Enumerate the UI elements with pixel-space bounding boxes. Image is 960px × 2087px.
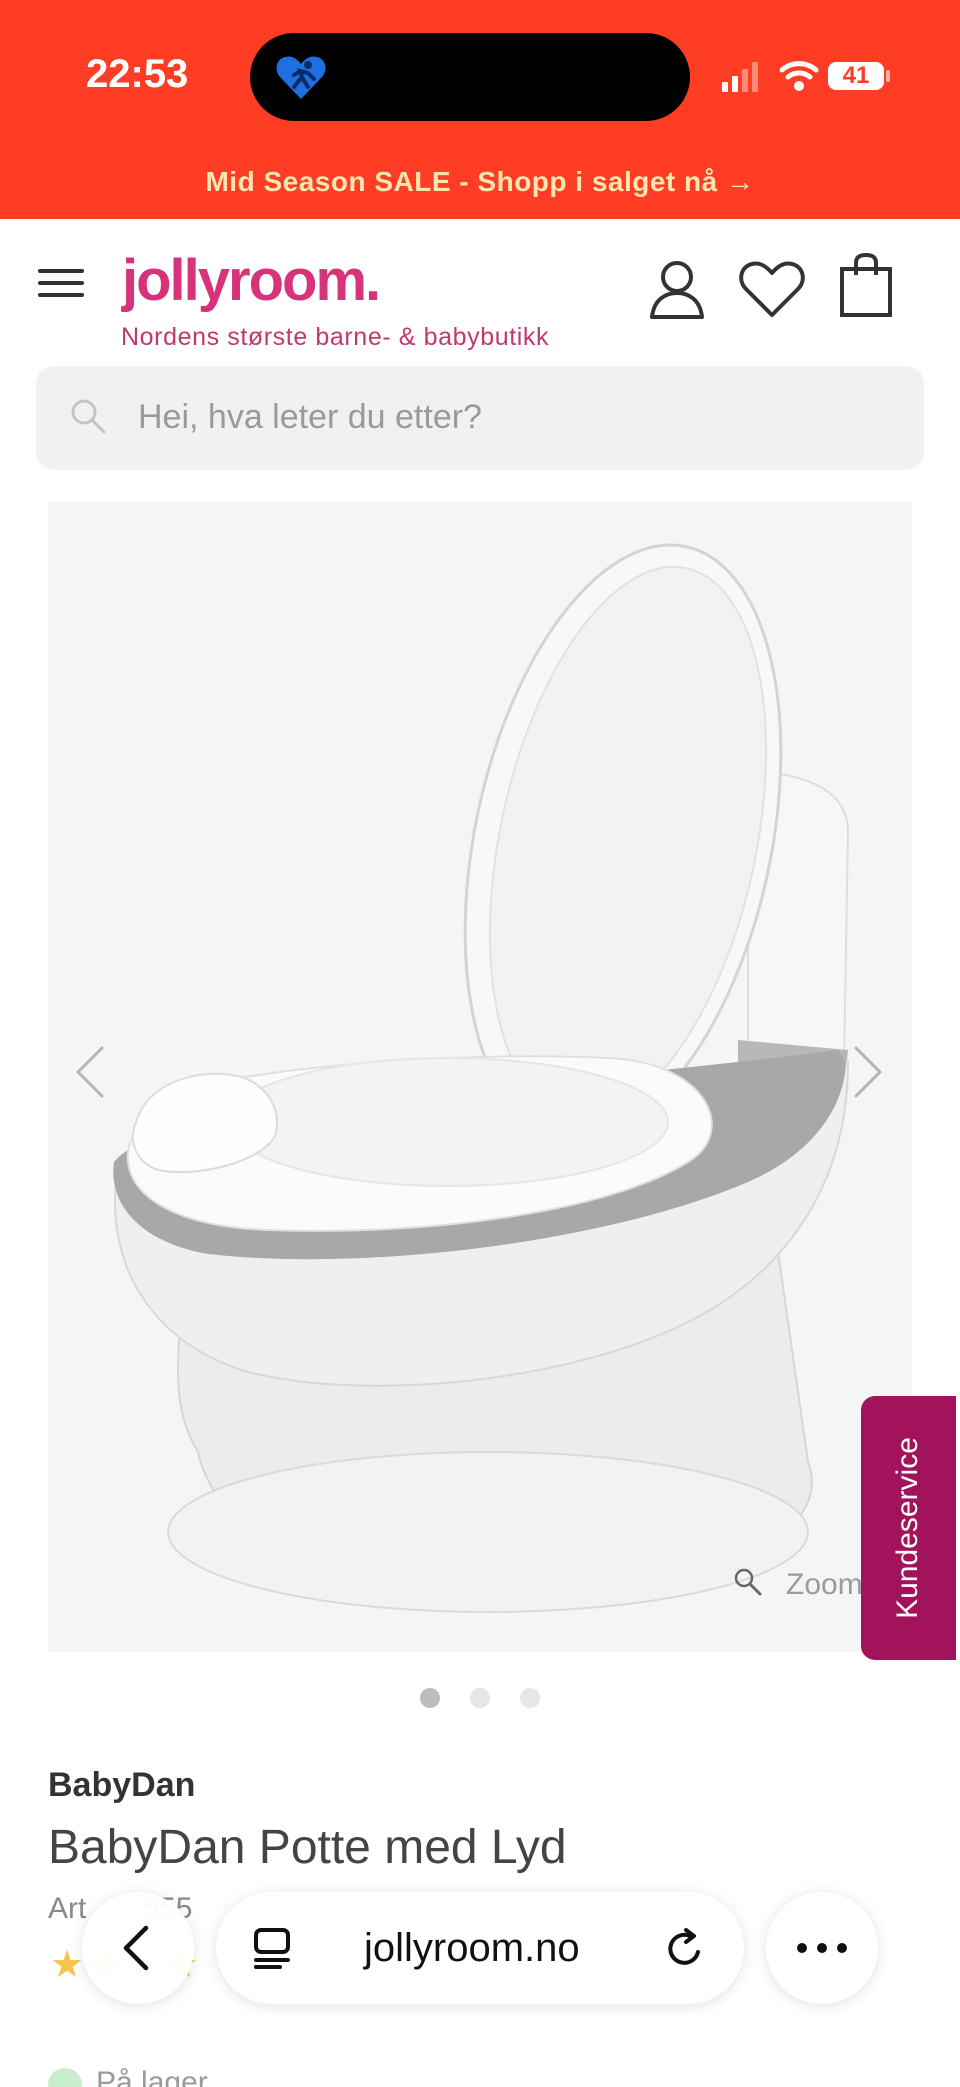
chevron-left-icon bbox=[123, 1925, 149, 1971]
kundeservice-label: Kundeservice bbox=[891, 1437, 924, 1619]
reload-icon[interactable] bbox=[664, 1926, 708, 1970]
browser-url[interactable]: jollyroom.no bbox=[364, 1926, 580, 1971]
gallery-dot-1[interactable] bbox=[419, 1688, 440, 1708]
fitness-activity-icon bbox=[276, 56, 326, 99]
account-icon[interactable] bbox=[648, 259, 706, 321]
site-header: jollyroom. Nordens største barne- & baby… bbox=[0, 219, 960, 359]
wishlist-heart-icon[interactable] bbox=[738, 259, 806, 321]
stock-status: På lager bbox=[96, 2066, 208, 2087]
gallery-pagination bbox=[0, 1688, 960, 1712]
browser-address-bar[interactable]: jollyroom.no bbox=[216, 1892, 744, 2004]
site-tagline: Nordens største barne- & babybutikk bbox=[121, 323, 550, 351]
search-bar[interactable]: Hei, hva leter du etter? bbox=[36, 366, 924, 470]
product-image-gallery[interactable]: Zoom bbox=[48, 502, 912, 1652]
gallery-next-arrow-icon[interactable] bbox=[848, 1042, 888, 1102]
browser-more-button[interactable] bbox=[766, 1892, 878, 2004]
kundeservice-tab[interactable]: Kundeservice bbox=[861, 1396, 956, 1660]
promo-banner[interactable]: Mid Season SALE - Shopp i salget nå → bbox=[0, 166, 960, 198]
battery-level: 41 bbox=[842, 62, 870, 89]
gallery-dot-2[interactable] bbox=[470, 1688, 490, 1708]
article-label: Art bbox=[48, 1892, 87, 1925]
top-banner-area: 22:53 41 Mid Season SALE - Shopp i salge… bbox=[0, 0, 960, 219]
dynamic-island bbox=[250, 33, 690, 121]
wifi-icon bbox=[779, 61, 819, 91]
browser-back-button[interactable] bbox=[82, 1892, 194, 2004]
site-logo[interactable]: jollyroom. bbox=[122, 247, 381, 314]
zoom-icon[interactable] bbox=[732, 1566, 764, 1598]
status-time: 22:53 bbox=[86, 52, 189, 96]
hamburger-menu-icon[interactable] bbox=[36, 263, 86, 303]
search-input[interactable]: Hei, hva leter du etter? bbox=[138, 398, 482, 437]
product-brand[interactable]: BabyDan bbox=[48, 1766, 195, 1805]
product-title: BabyDan Potte med Lyd bbox=[48, 1821, 567, 1874]
shopping-bag-icon[interactable] bbox=[838, 253, 894, 319]
more-ellipsis-icon bbox=[797, 1943, 847, 1953]
zoom-label[interactable]: Zoom bbox=[786, 1568, 863, 1602]
page-menu-icon[interactable] bbox=[252, 1926, 294, 1970]
signal-icon bbox=[722, 62, 758, 92]
gallery-dot-3[interactable] bbox=[520, 1688, 541, 1708]
gallery-prev-arrow-icon[interactable] bbox=[70, 1042, 110, 1102]
search-icon bbox=[71, 399, 106, 434]
in-stock-indicator-icon bbox=[48, 2068, 82, 2087]
product-image bbox=[113, 543, 850, 1613]
